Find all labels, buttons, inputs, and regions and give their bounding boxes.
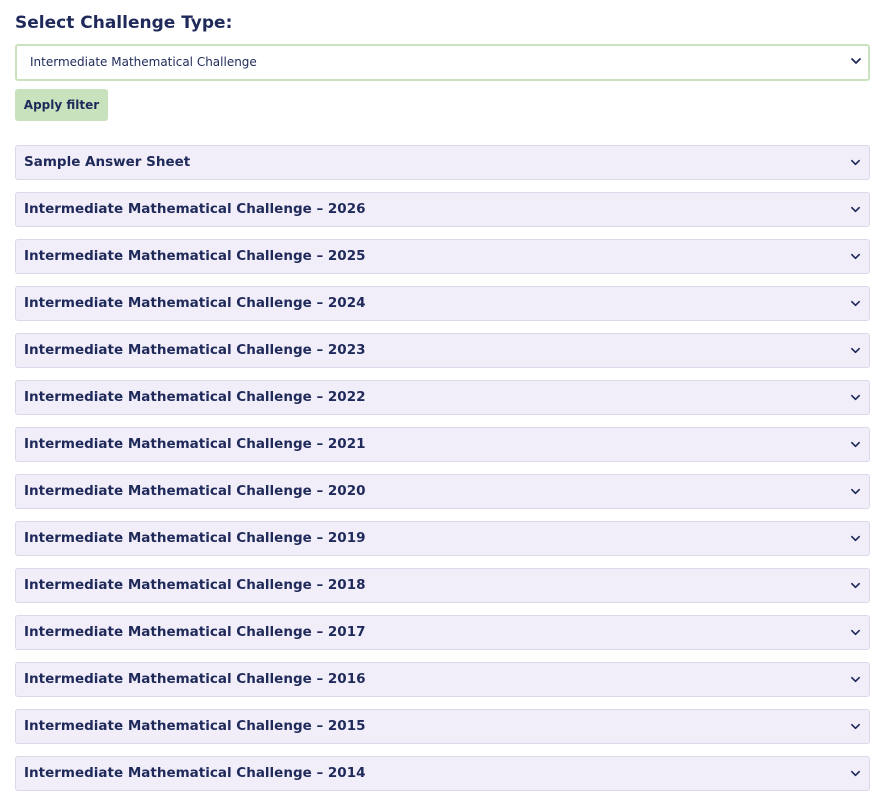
accordion-item-label: Intermediate Mathematical Challenge – 20… <box>24 530 366 546</box>
accordion-item-label: Intermediate Mathematical Challenge – 20… <box>24 765 366 781</box>
chevron-down-icon <box>851 206 860 213</box>
accordion-item-label: Intermediate Mathematical Challenge – 20… <box>24 577 366 593</box>
accordion-item[interactable]: Intermediate Mathematical Challenge – 20… <box>15 568 870 603</box>
chevron-down-icon <box>851 300 860 307</box>
accordion-item[interactable]: Intermediate Mathematical Challenge – 20… <box>15 474 870 509</box>
challenge-type-select-value: Intermediate Mathematical Challenge <box>30 55 257 69</box>
accordion-item-label: Intermediate Mathematical Challenge – 20… <box>24 718 366 734</box>
accordion-item-label: Intermediate Mathematical Challenge – 20… <box>24 295 366 311</box>
accordion-item[interactable]: Intermediate Mathematical Challenge – 20… <box>15 427 870 462</box>
accordion-item[interactable]: Intermediate Mathematical Challenge – 20… <box>15 286 870 321</box>
chevron-down-icon <box>851 347 860 354</box>
chevron-down-icon <box>851 582 860 589</box>
chevron-down-icon <box>851 58 861 64</box>
accordion-item[interactable]: Intermediate Mathematical Challenge – 20… <box>15 615 870 650</box>
accordion-item[interactable]: Intermediate Mathematical Challenge – 20… <box>15 239 870 274</box>
accordion-item-label: Intermediate Mathematical Challenge – 20… <box>24 248 366 264</box>
accordion-item[interactable]: Intermediate Mathematical Challenge – 20… <box>15 662 870 697</box>
accordion-item[interactable]: Intermediate Mathematical Challenge – 20… <box>15 709 870 744</box>
chevron-down-icon <box>851 723 860 730</box>
accordion-item[interactable]: Intermediate Mathematical Challenge – 20… <box>15 756 870 791</box>
chevron-down-icon <box>851 676 860 683</box>
accordion-item-label: Sample Answer Sheet <box>24 154 191 170</box>
chevron-down-icon <box>851 535 860 542</box>
chevron-down-icon <box>851 441 860 448</box>
chevron-down-icon <box>851 488 860 495</box>
accordion-item[interactable]: Intermediate Mathematical Challenge – 20… <box>15 192 870 227</box>
filter-title: Select Challenge Type: <box>15 13 233 33</box>
accordion-item[interactable]: Intermediate Mathematical Challenge – 20… <box>15 380 870 415</box>
apply-filter-button[interactable]: Apply filter <box>15 89 108 121</box>
accordion-item-label: Intermediate Mathematical Challenge – 20… <box>24 483 366 499</box>
accordion-item[interactable]: Intermediate Mathematical Challenge – 20… <box>15 521 870 556</box>
chevron-down-icon <box>851 159 860 166</box>
accordion-item-label: Intermediate Mathematical Challenge – 20… <box>24 671 366 687</box>
challenge-accordion: Sample Answer Sheet Intermediate Mathema… <box>15 145 870 791</box>
chevron-down-icon <box>851 394 860 401</box>
challenge-filter-page: Select Challenge Type: Intermediate Math… <box>15 0 870 803</box>
chevron-down-icon <box>851 253 860 260</box>
accordion-item-label: Intermediate Mathematical Challenge – 20… <box>24 436 366 452</box>
challenge-type-select[interactable]: Intermediate Mathematical Challenge <box>15 44 870 81</box>
chevron-down-icon <box>851 770 860 777</box>
accordion-item-label: Intermediate Mathematical Challenge – 20… <box>24 624 366 640</box>
accordion-item-label: Intermediate Mathematical Challenge – 20… <box>24 201 366 217</box>
accordion-item[interactable]: Sample Answer Sheet <box>15 145 870 180</box>
accordion-item-label: Intermediate Mathematical Challenge – 20… <box>24 389 366 405</box>
accordion-item[interactable]: Intermediate Mathematical Challenge – 20… <box>15 333 870 368</box>
chevron-down-icon <box>851 629 860 636</box>
accordion-item-label: Intermediate Mathematical Challenge – 20… <box>24 342 366 358</box>
